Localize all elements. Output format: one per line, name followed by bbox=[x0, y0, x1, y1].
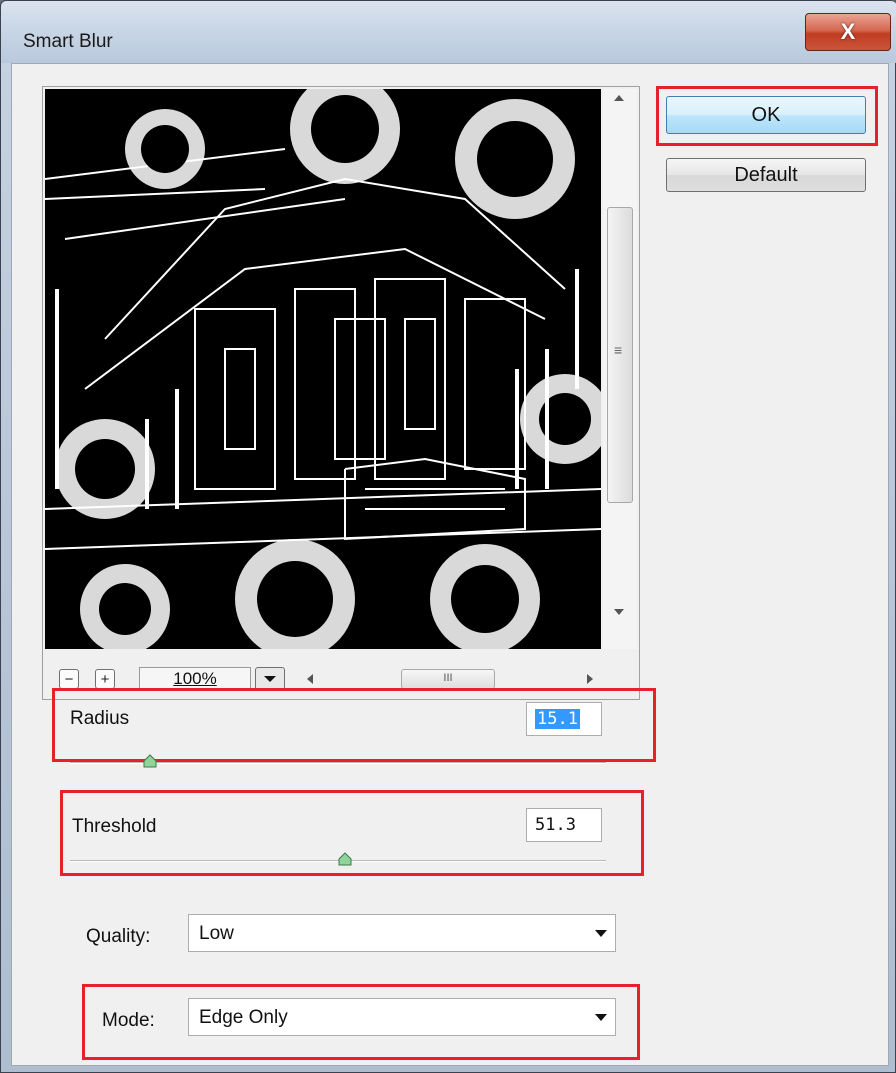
mode-select[interactable]: Edge Only bbox=[188, 998, 616, 1036]
zoom-out-button[interactable]: − bbox=[59, 669, 79, 689]
dialog-client-area: ≡ − + 100% III OK Default Radius 15.1 Th… bbox=[11, 63, 889, 1066]
ok-button[interactable]: OK bbox=[666, 96, 866, 134]
close-icon: X bbox=[840, 19, 856, 44]
threshold-value: 51.3 bbox=[535, 815, 576, 835]
threshold-value-input[interactable]: 51.3 bbox=[526, 808, 602, 842]
mode-selected-value: Edge Only bbox=[199, 1007, 288, 1028]
title-bar[interactable]: Smart Blur X bbox=[1, 1, 896, 63]
quality-selected-value: Low bbox=[199, 923, 234, 944]
radius-label: Radius bbox=[70, 708, 130, 729]
horizontal-scroll-thumb[interactable]: III bbox=[401, 669, 495, 689]
mode-label: Mode: bbox=[102, 1010, 155, 1031]
quality-select[interactable]: Low bbox=[188, 914, 616, 952]
mode-dropdown-arrow-icon bbox=[595, 1014, 607, 1021]
threshold-label: Threshold bbox=[72, 816, 157, 837]
quality-label: Quality: bbox=[86, 926, 151, 947]
smart-blur-window: Smart Blur X ≡ − + 100% III OK Default R… bbox=[0, 0, 896, 1073]
scroll-up-arrow-icon[interactable] bbox=[614, 95, 624, 101]
hscroll-grip: III bbox=[443, 672, 453, 684]
default-button[interactable]: Default bbox=[666, 158, 866, 192]
minus-icon: − bbox=[64, 670, 74, 688]
quality-dropdown-arrow-icon bbox=[595, 930, 607, 937]
chevron-down-icon bbox=[264, 676, 276, 682]
plus-icon: + bbox=[100, 670, 110, 688]
radius-value-input[interactable]: 15.1 bbox=[526, 702, 602, 736]
zoom-dropdown-button[interactable] bbox=[255, 667, 285, 691]
scroll-down-arrow-icon[interactable] bbox=[614, 609, 624, 615]
scroll-left-arrow-icon[interactable] bbox=[307, 674, 313, 684]
preview-toolbar: − + 100% III bbox=[45, 651, 637, 695]
vertical-scroll-thumb[interactable]: ≡ bbox=[607, 207, 633, 503]
window-title: Smart Blur bbox=[23, 31, 113, 52]
scroll-right-arrow-icon[interactable] bbox=[587, 674, 593, 684]
preview-image[interactable] bbox=[45, 89, 601, 649]
threshold-slider-thumb[interactable] bbox=[338, 852, 352, 866]
zoom-level: 100% bbox=[139, 667, 251, 691]
radius-slider-thumb[interactable] bbox=[143, 754, 157, 768]
edge-preview-graphic bbox=[45, 89, 601, 649]
preview-vertical-scrollbar[interactable]: ≡ bbox=[603, 89, 637, 649]
vscroll-grip: ≡ bbox=[614, 342, 623, 358]
close-button[interactable]: X bbox=[805, 13, 891, 51]
preview-horizontal-scrollbar[interactable]: III bbox=[303, 667, 603, 691]
preview-panel: ≡ − + 100% III bbox=[42, 86, 640, 700]
zoom-in-button[interactable]: + bbox=[95, 669, 115, 689]
radius-value: 15.1 bbox=[535, 709, 580, 729]
